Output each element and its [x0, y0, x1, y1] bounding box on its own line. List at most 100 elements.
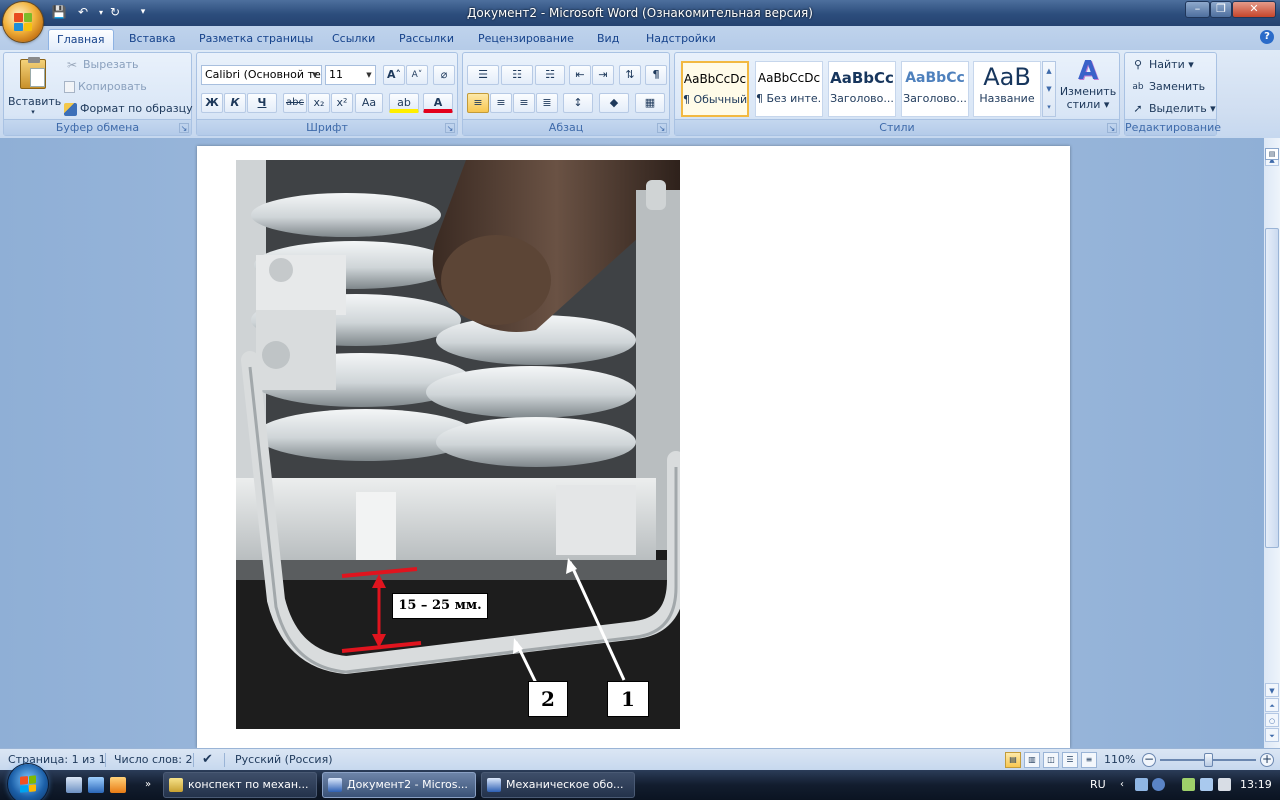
print-layout-view-icon[interactable]: ▤	[1005, 752, 1021, 768]
tab-view[interactable]: Вид	[589, 29, 627, 50]
tab-review[interactable]: Рецензирование	[470, 29, 582, 50]
start-button[interactable]	[8, 764, 48, 800]
style-heading-1[interactable]: AaBbCc Заголово...	[828, 61, 896, 117]
select-button[interactable]: ➚ Выделить ▾	[1130, 99, 1215, 119]
power-icon[interactable]	[1182, 778, 1195, 791]
tray-app-icon[interactable]	[1152, 778, 1165, 791]
paste-button[interactable]: Вставить ▾	[8, 57, 61, 117]
maximize-button[interactable]: ❐	[1210, 1, 1232, 18]
strikethrough-button[interactable]: abc	[283, 93, 307, 113]
clock[interactable]: 13:19	[1240, 770, 1272, 800]
more-quicklaunch-icon[interactable]: »	[145, 770, 151, 800]
office-button[interactable]	[3, 2, 43, 42]
draft-view-icon[interactable]: ≡	[1081, 752, 1097, 768]
help-icon[interactable]: ?	[1260, 30, 1274, 44]
sort-button[interactable]: ⇅	[619, 65, 641, 85]
tab-references[interactable]: Ссылки	[324, 29, 383, 50]
proofing-icon[interactable]: ✔	[202, 749, 213, 771]
multilevel-list-button[interactable]: ☵	[535, 65, 565, 85]
highlight-color-button[interactable]: ab	[389, 93, 419, 113]
style-title[interactable]: AaB Название	[973, 61, 1041, 117]
shrink-font-button[interactable]: A˅	[406, 65, 428, 85]
chevron-down-icon[interactable]: ▼	[1043, 80, 1055, 98]
switch-windows-icon[interactable]	[88, 777, 104, 793]
taskbar-item[interactable]: Документ2 - Micros...	[322, 772, 476, 798]
subscript-button[interactable]: x₂	[308, 93, 330, 113]
scroll-down-icon[interactable]: ▼	[1265, 683, 1279, 697]
font-launcher-icon[interactable]: ↘	[445, 123, 455, 133]
taskbar-item[interactable]: Механическое обо...	[481, 772, 635, 798]
volume-muted-icon[interactable]	[1218, 778, 1231, 791]
bullets-button[interactable]: ☰	[467, 65, 499, 85]
italic-button[interactable]: К	[224, 93, 246, 113]
network-icon[interactable]	[1135, 778, 1148, 791]
show-desktop-icon[interactable]	[66, 777, 82, 793]
line-spacing-button[interactable]: ↕	[563, 93, 593, 113]
shading-button[interactable]: ◆	[599, 93, 629, 113]
zoom-out-icon[interactable]: −	[1142, 753, 1156, 767]
replace-button[interactable]: ab Заменить	[1130, 77, 1205, 97]
style-no-spacing[interactable]: AaBbCcDc ¶ Без инте...	[755, 61, 823, 117]
minimize-button[interactable]: –	[1185, 1, 1210, 18]
clipboard-launcher-icon[interactable]: ↘	[179, 123, 189, 133]
bold-button[interactable]: Ж	[201, 93, 223, 113]
zoom-in-icon[interactable]: +	[1260, 753, 1274, 767]
more-styles-icon[interactable]: ▾	[1043, 98, 1055, 116]
language-indicator[interactable]: Русский (Россия)	[235, 749, 333, 771]
align-center-button[interactable]: ≡	[490, 93, 512, 113]
show-formatting-button[interactable]: ¶	[645, 65, 667, 85]
align-left-icon: ≡	[473, 96, 483, 109]
zoom-slider-thumb[interactable]	[1204, 753, 1213, 767]
web-layout-icon[interactable]: ◫	[1043, 752, 1059, 768]
document-page[interactable]: 15 – 25 мм. 2 1	[197, 146, 1070, 748]
decrease-indent-button[interactable]: ⇤	[569, 65, 591, 85]
browse-object-icon[interactable]: ○	[1265, 713, 1279, 727]
font-color-button[interactable]: A	[423, 93, 453, 113]
monitor-icon[interactable]	[1200, 778, 1213, 791]
tab-insert[interactable]: Вставка	[121, 29, 184, 50]
justify-button[interactable]: ≣	[536, 93, 558, 113]
font-size-combobox[interactable]: 11 ▼	[325, 65, 376, 85]
cut-button[interactable]: ✂ Вырезать	[64, 55, 139, 75]
styles-launcher-icon[interactable]: ↘	[1107, 123, 1117, 133]
find-button[interactable]: ⚲ Найти ▾	[1130, 55, 1194, 75]
style-gallery-scroll[interactable]: ▲ ▼ ▾	[1042, 61, 1056, 117]
media-player-icon[interactable]	[110, 777, 126, 793]
align-left-button[interactable]: ≡	[467, 93, 489, 113]
format-painter-button[interactable]: Формат по образцу	[64, 99, 193, 119]
close-button[interactable]: ✕	[1232, 1, 1276, 18]
outline-view-icon[interactable]: ☰	[1062, 752, 1078, 768]
tray-expand-icon[interactable]: ‹	[1120, 770, 1124, 800]
borders-button[interactable]: ▦	[635, 93, 665, 113]
previous-page-icon[interactable]: ⏶	[1265, 698, 1279, 712]
tab-home[interactable]: Главная	[48, 29, 114, 50]
scrollbar-thumb[interactable]	[1265, 228, 1279, 548]
vertical-scrollbar[interactable]: ▲ ▼ ⏶ ○ ⏷	[1264, 138, 1280, 748]
font-name-combobox[interactable]: Calibri (Основной текст)▼	[201, 65, 322, 85]
word-count[interactable]: Число слов: 2	[114, 749, 193, 771]
change-case-button[interactable]: Aa	[355, 93, 383, 113]
style-normal[interactable]: AaBbCcDc ¶ Обычный	[681, 61, 749, 117]
taskbar-item[interactable]: конспект по механ...	[163, 772, 317, 798]
view-ruler-icon[interactable]: ▤	[1265, 148, 1279, 160]
paragraph-launcher-icon[interactable]: ↘	[657, 123, 667, 133]
copy-button[interactable]: Копировать	[64, 77, 147, 97]
zoom-level[interactable]: 110%	[1104, 749, 1135, 771]
style-heading-2[interactable]: AaBbCc Заголово...	[901, 61, 969, 117]
next-page-icon[interactable]: ⏷	[1265, 728, 1279, 742]
superscript-button[interactable]: x²	[331, 93, 353, 113]
underline-button[interactable]: Ч	[247, 93, 277, 113]
numbering-button[interactable]: ☷	[501, 65, 533, 85]
increase-indent-button[interactable]: ⇥	[592, 65, 614, 85]
tab-mailings[interactable]: Рассылки	[391, 29, 462, 50]
align-right-button[interactable]: ≡	[513, 93, 535, 113]
chevron-up-icon[interactable]: ▲	[1043, 62, 1055, 80]
document-photo[interactable]: 15 – 25 мм. 2 1	[236, 160, 680, 729]
tab-page-layout[interactable]: Разметка страницы	[191, 29, 321, 50]
input-language[interactable]: RU	[1090, 770, 1106, 800]
clear-formatting-button[interactable]: ⌀	[433, 65, 455, 85]
grow-font-button[interactable]: A˄	[383, 65, 405, 85]
change-styles-button[interactable]: A Изменить стили ▾	[1059, 57, 1117, 119]
tab-add-ins[interactable]: Надстройки	[638, 29, 724, 50]
full-screen-reading-icon[interactable]: ▥	[1024, 752, 1040, 768]
